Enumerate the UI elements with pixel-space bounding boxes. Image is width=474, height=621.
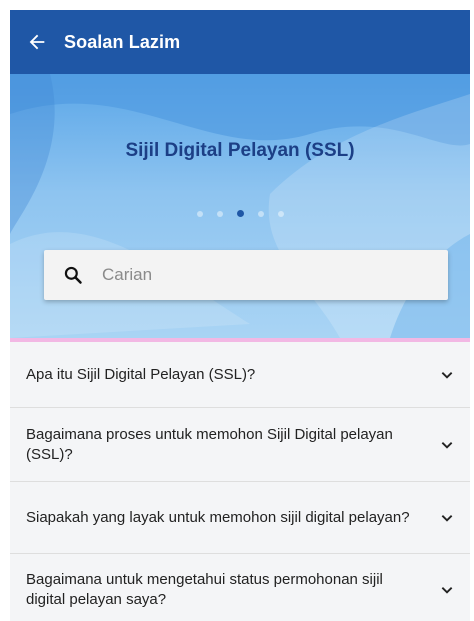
faq-item[interactable]: Bagaimana proses untuk memohon Sijil Dig…	[10, 408, 470, 482]
carousel-dot[interactable]	[257, 210, 264, 217]
hero-title: Sijil Digital Pelayan (SSL)	[125, 140, 355, 161]
faq-list: Apa itu Sijil Digital Pelayan (SSL)? Bag…	[10, 342, 470, 621]
search-icon	[44, 250, 102, 300]
faq-item[interactable]: Siapakah yang layak untuk memohon sijil …	[10, 482, 470, 554]
back-button[interactable]	[10, 10, 64, 74]
faq-question: Apa itu Sijil Digital Pelayan (SSL)?	[26, 365, 256, 383]
faq-item[interactable]: Apa itu Sijil Digital Pelayan (SSL)?	[10, 342, 470, 408]
carousel-dot[interactable]	[216, 210, 223, 217]
chevron-down-icon[interactable]	[436, 364, 458, 386]
app-screen: Soalan Lazim Sijil Digital Pelayan (SSL)	[10, 10, 470, 621]
faq-item[interactable]: Bagaimana untuk mengetahui status permoh…	[10, 554, 470, 621]
app-bar: Soalan Lazim	[10, 10, 470, 74]
faq-question: Bagaimana proses untuk memohon Sijil Dig…	[26, 425, 393, 463]
chevron-down-icon[interactable]	[436, 507, 458, 529]
carousel-dot[interactable]	[277, 210, 284, 217]
hero-banner[interactable]: Sijil Digital Pelayan (SSL)	[10, 74, 470, 338]
carousel-dot-active[interactable]	[236, 210, 244, 217]
page-title: Soalan Lazim	[64, 31, 181, 52]
search-bar[interactable]	[44, 250, 448, 300]
carousel-indicator[interactable]	[10, 210, 470, 217]
chevron-down-icon[interactable]	[436, 434, 458, 456]
faq-question: Bagaimana untuk mengetahui status permoh…	[26, 570, 383, 608]
arrow-left-icon	[29, 34, 45, 50]
faq-question: Siapakah yang layak untuk memohon sijil …	[26, 508, 410, 526]
chevron-down-icon[interactable]	[436, 579, 458, 601]
search-input[interactable]	[102, 250, 448, 300]
carousel-dot[interactable]	[196, 210, 203, 217]
